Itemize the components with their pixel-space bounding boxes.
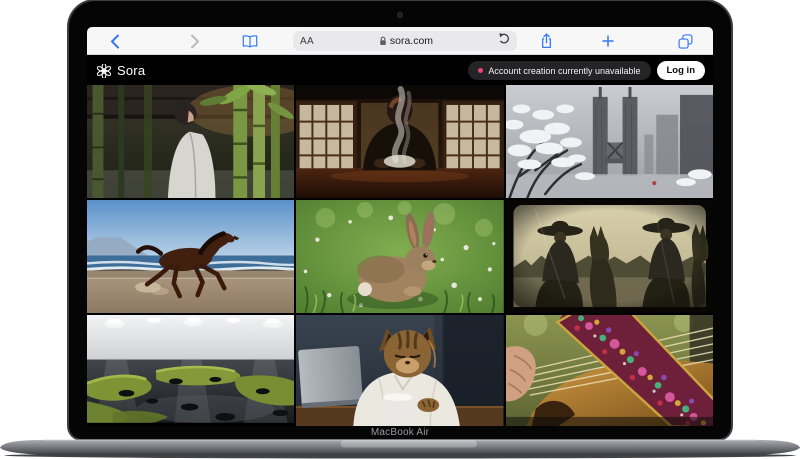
video-thumb-meadow-rabbit[interactable]	[296, 200, 503, 313]
webcam-dot-icon	[398, 13, 402, 17]
browser-toolbar: AA sora.com	[87, 27, 713, 55]
video-thumb-vintage-riders[interactable]	[506, 200, 713, 313]
macbook-mockup: AA sora.com	[0, 0, 800, 459]
base-notch	[341, 440, 477, 448]
status-dot-icon	[478, 68, 483, 73]
video-thumb-snowy-twin-towers[interactable]	[506, 85, 713, 198]
laptop-screen: AA sora.com	[87, 27, 713, 426]
video-grid	[87, 85, 713, 426]
video-thumb-tea-house-elder[interactable]	[296, 85, 503, 198]
tabs-overview-button[interactable]	[675, 27, 695, 55]
laptop-base	[0, 439, 800, 459]
new-tab-button[interactable]	[600, 27, 616, 55]
brand-name: Sora	[117, 63, 145, 78]
back-button[interactable]	[107, 27, 123, 55]
bookmarks-icon[interactable]	[241, 27, 259, 55]
video-thumb-office-cat[interactable]	[296, 315, 503, 426]
reader-mode-button[interactable]: AA	[300, 36, 314, 47]
device-label: MacBook Air	[0, 427, 800, 438]
forward-button[interactable]	[187, 27, 203, 55]
sora-brand[interactable]: Sora	[97, 63, 145, 78]
video-thumb-beach-horse[interactable]	[87, 200, 294, 313]
address-bar[interactable]: AA sora.com	[293, 31, 517, 51]
sora-header: Sora Account creation currently unavaila…	[87, 56, 713, 85]
laptop-lid: AA sora.com	[69, 1, 731, 439]
video-thumb-moss-installation[interactable]	[87, 315, 294, 426]
lock-icon	[379, 36, 387, 46]
share-button[interactable]	[537, 27, 555, 55]
video-thumb-bamboo-garden-woman[interactable]	[87, 85, 294, 198]
sora-logo-icon	[97, 64, 111, 78]
notice-text: Account creation currently unavailable	[488, 66, 640, 76]
video-thumb-ornate-guitar[interactable]	[506, 315, 713, 426]
reload-button[interactable]	[498, 32, 510, 50]
url-text: sora.com	[390, 35, 433, 47]
account-notice-badge: Account creation currently unavailable	[468, 61, 650, 80]
login-button[interactable]: Log in	[657, 61, 706, 80]
